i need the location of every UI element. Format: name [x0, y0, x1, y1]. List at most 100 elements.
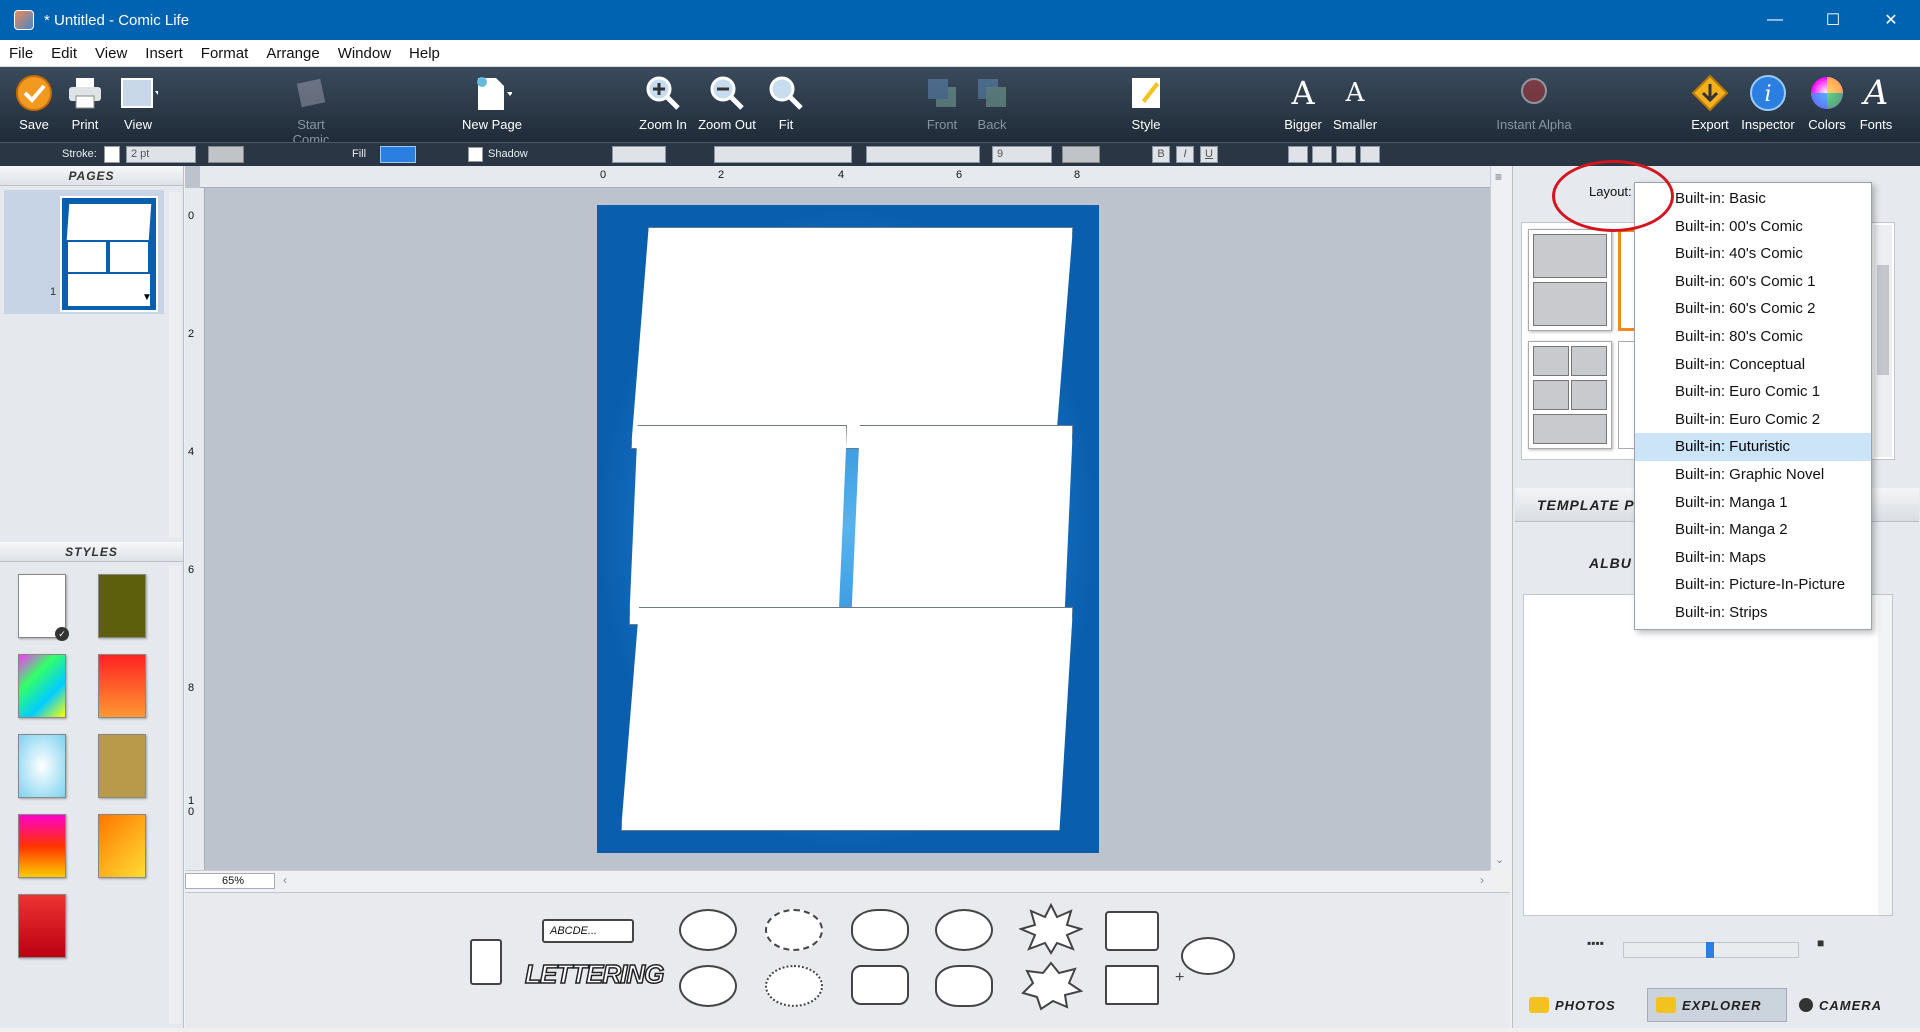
fill-color-well[interactable]	[380, 146, 416, 163]
layout-option[interactable]: Built-in: Euro Comic 1	[1635, 378, 1871, 406]
rounded-box-bubble[interactable]	[851, 965, 909, 1005]
lettering-element[interactable]: LETTERING	[524, 958, 665, 1001]
style-swatch-default[interactable]: ✓	[18, 574, 69, 641]
align-right-icon[interactable]	[1336, 146, 1356, 163]
view-button[interactable]: View	[106, 73, 170, 132]
tab-photos[interactable]: PHOTOS	[1521, 988, 1647, 1022]
back-button[interactable]: Back	[960, 73, 1024, 132]
menu-arrange[interactable]: Arrange	[257, 40, 328, 67]
style-swatch-olive[interactable]	[98, 574, 146, 638]
menu-insert[interactable]: Insert	[136, 40, 192, 67]
underline-button[interactable]: U	[1200, 146, 1218, 163]
italic-button[interactable]: I	[1176, 146, 1194, 163]
whisper-bubble[interactable]	[765, 909, 823, 951]
wavy-bubble[interactable]	[935, 965, 993, 1007]
scroll-left-icon[interactable]: ‹	[283, 873, 287, 887]
new-page-button[interactable]: New Page	[460, 73, 524, 132]
shadow-checkbox[interactable]	[468, 147, 483, 162]
tab-camera[interactable]: CAMERA	[1791, 988, 1917, 1022]
chevron-down-icon[interactable]: ▼	[142, 292, 152, 303]
layout-option[interactable]: Built-in: 40's Comic	[1635, 240, 1871, 268]
layout-dropdown-menu[interactable]: Built-in: Basic Built-in: 00's Comic Bui…	[1634, 182, 1872, 630]
speech-bubble-round[interactable]	[935, 909, 993, 951]
fonts-button[interactable]: A Fonts	[1844, 73, 1908, 132]
font-family-select[interactable]	[714, 146, 852, 163]
font-style-select[interactable]	[866, 146, 980, 163]
slider-thumb[interactable]	[1706, 942, 1714, 958]
speech-bubble-left[interactable]	[679, 965, 737, 1007]
speech-bubble[interactable]	[679, 909, 737, 951]
style-swatch-red[interactable]	[18, 894, 66, 958]
layout-option[interactable]: Built-in: Strips	[1635, 599, 1871, 627]
square-bubble[interactable]	[1105, 965, 1159, 1005]
add-bubble-button[interactable]	[1181, 937, 1235, 975]
menu-format[interactable]: Format	[192, 40, 258, 67]
layout-option[interactable]: Built-in: 80's Comic	[1635, 323, 1871, 351]
layout-option[interactable]: Built-in: Euro Comic 2	[1635, 406, 1871, 434]
album-content[interactable]	[1523, 594, 1893, 916]
comic-panel-middle-right[interactable]	[851, 425, 1073, 625]
small-thumb-icon[interactable]: ▪▪▪▪	[1587, 936, 1604, 950]
canvas-vertical-scrollbar[interactable]: ≡ ⌄	[1490, 166, 1510, 870]
instant-alpha-button[interactable]: Instant Alpha	[1490, 73, 1578, 132]
menu-lines-icon[interactable]: ≡	[1495, 170, 1502, 184]
shout-bubble[interactable]	[1018, 902, 1084, 955]
maximize-button[interactable]: ☐	[1804, 0, 1862, 40]
layout-option[interactable]: Built-in: Manga 1	[1635, 489, 1871, 517]
layout-option[interactable]: Built-in: Conceptual	[1635, 351, 1871, 379]
style-swatch-rainbow[interactable]	[18, 654, 66, 718]
scalloped-bubble[interactable]	[765, 965, 823, 1007]
menu-view[interactable]: View	[86, 40, 136, 67]
style-swatch-magenta[interactable]	[18, 814, 66, 878]
font-size-select[interactable]: 9	[992, 146, 1052, 163]
style-swatch-sunset[interactable]	[98, 814, 146, 878]
fit-button[interactable]: Fit	[754, 73, 818, 132]
align-justify-icon[interactable]	[1360, 146, 1380, 163]
panel-element[interactable]	[470, 939, 502, 985]
style-swatch-texture[interactable]	[98, 734, 146, 798]
layout-option[interactable]: Built-in: Maps	[1635, 544, 1871, 572]
page-thumbnail[interactable]: ▼	[60, 196, 158, 312]
burst-bubble[interactable]	[1019, 959, 1084, 1011]
menu-window[interactable]: Window	[329, 40, 400, 67]
smaller-button[interactable]: A Smaller	[1323, 73, 1387, 132]
pages-scrollbar[interactable]	[169, 192, 181, 538]
layout-option[interactable]: Built-in: 60's Comic 2	[1635, 295, 1871, 323]
scroll-down-icon[interactable]: ⌄	[1495, 853, 1504, 866]
menu-help[interactable]: Help	[400, 40, 449, 67]
menu-file[interactable]: File	[0, 40, 42, 67]
comic-panel-top[interactable]	[631, 227, 1073, 449]
stroke-width-select[interactable]: 2 pt	[126, 146, 196, 163]
style-swatch-orange[interactable]	[98, 654, 146, 718]
layout-option[interactable]: Built-in: 00's Comic	[1635, 213, 1871, 241]
zoom-level-select[interactable]: 65%	[185, 873, 275, 889]
zoom-out-button[interactable]: Zoom Out	[695, 73, 759, 132]
bold-button[interactable]: B	[1152, 146, 1170, 163]
stroke-style-well[interactable]	[208, 146, 244, 163]
zoom-in-button[interactable]: Zoom In	[631, 73, 695, 132]
page-thumbnail-selected[interactable]: ▼ 1	[4, 190, 164, 314]
close-button[interactable]: ✕	[1862, 0, 1920, 40]
comic-panel-middle-left[interactable]	[629, 425, 847, 625]
layout-thumb-3[interactable]	[1528, 341, 1612, 449]
style-button[interactable]: Style	[1114, 73, 1178, 132]
styles-scrollbar[interactable]	[169, 566, 181, 1024]
large-thumb-icon[interactable]: ■	[1817, 936, 1824, 950]
layout-option[interactable]: Built-in: Picture-In-Picture	[1635, 571, 1871, 599]
rect-bubble[interactable]	[1105, 911, 1159, 951]
comic-panel-bottom[interactable]	[621, 607, 1073, 831]
style-swatch-sky[interactable]	[18, 734, 66, 798]
layout-option[interactable]: Built-in: Graphic Novel	[1635, 461, 1871, 489]
layout-scrollbar[interactable]	[1874, 225, 1892, 457]
layout-thumb-1[interactable]	[1528, 229, 1612, 331]
stroke-color-well[interactable]	[104, 146, 120, 163]
layout-option[interactable]: Built-in: 60's Comic 1	[1635, 268, 1871, 296]
caption-element[interactable]: ABCDE...	[542, 919, 634, 943]
thought-bubble[interactable]	[851, 909, 909, 951]
scroll-right-icon[interactable]: ›	[1480, 873, 1484, 887]
text-color-well[interactable]	[1062, 146, 1100, 163]
thumbnail-size-slider[interactable]	[1623, 942, 1799, 958]
menu-edit[interactable]: Edit	[42, 40, 86, 67]
tab-explorer[interactable]: EXPLORER	[1647, 988, 1787, 1022]
canvas-horizontal-scrollbar[interactable]: 65% ‹ ›	[185, 870, 1490, 892]
